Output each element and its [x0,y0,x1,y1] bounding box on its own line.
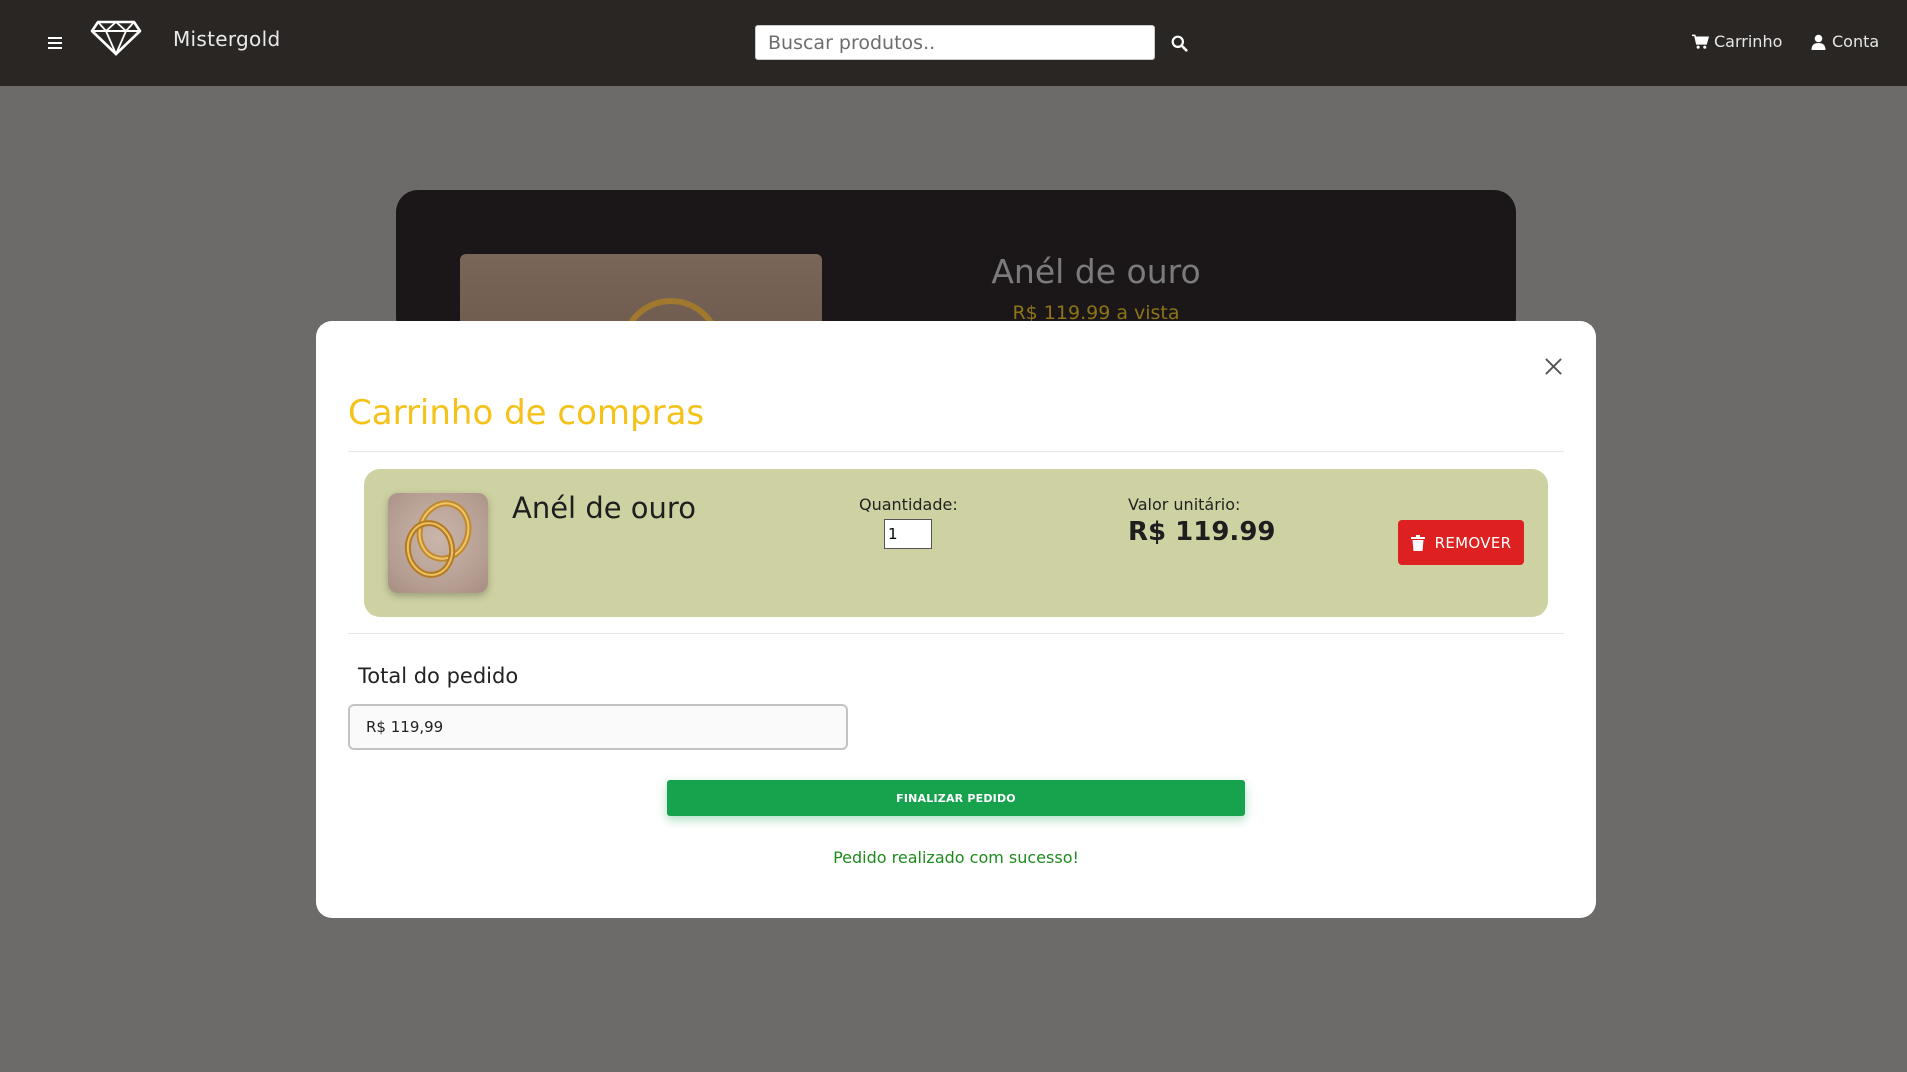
brand-name[interactable]: Mistergold [173,27,280,51]
search-icon[interactable] [1168,32,1190,54]
search-input[interactable] [755,25,1155,60]
item-name: Anél de ouro [512,491,696,525]
success-message: Pedido realizado com sucesso! [833,848,1079,867]
cart-item: Anél de ouro Quantidade: Valor unitário:… [364,469,1548,617]
remove-label: REMOVER [1434,533,1512,552]
trash-icon [1410,534,1425,551]
cart-label: Carrinho [1714,32,1783,51]
order-total-field[interactable] [348,704,848,750]
remove-button[interactable]: REMOVER [1398,520,1524,565]
modal-title: Carrinho de compras [348,393,705,433]
unit-price-label: Valor unitário: [1128,495,1241,514]
diamond-logo-icon[interactable] [90,18,142,56]
divider [348,451,1564,452]
product-title: Anél de ouro [991,252,1201,291]
top-navbar: Mistergold Carrinho Conta [0,0,1907,86]
cart-icon [1692,34,1709,49]
finalize-order-button[interactable]: FINALIZAR PEDIDO [667,780,1245,816]
user-icon [1811,34,1826,50]
cart-modal: Carrinho de compras Anél de ouro Quantid… [316,321,1596,918]
menu-icon[interactable] [44,30,66,56]
unit-price-value: R$ 119.99 [1128,517,1276,547]
close-icon[interactable] [1541,354,1565,378]
account-label: Conta [1832,32,1880,51]
divider [348,633,1564,634]
item-image [388,493,488,593]
quantity-input[interactable] [884,519,932,549]
product-card: Anél de ouro R$ 119.99 a vista [396,190,1516,340]
cart-link[interactable]: Carrinho [1692,32,1782,51]
order-total-label: Total do pedido [358,664,519,688]
account-link[interactable]: Conta [1810,32,1879,51]
quantity-label: Quantidade: [859,495,958,514]
